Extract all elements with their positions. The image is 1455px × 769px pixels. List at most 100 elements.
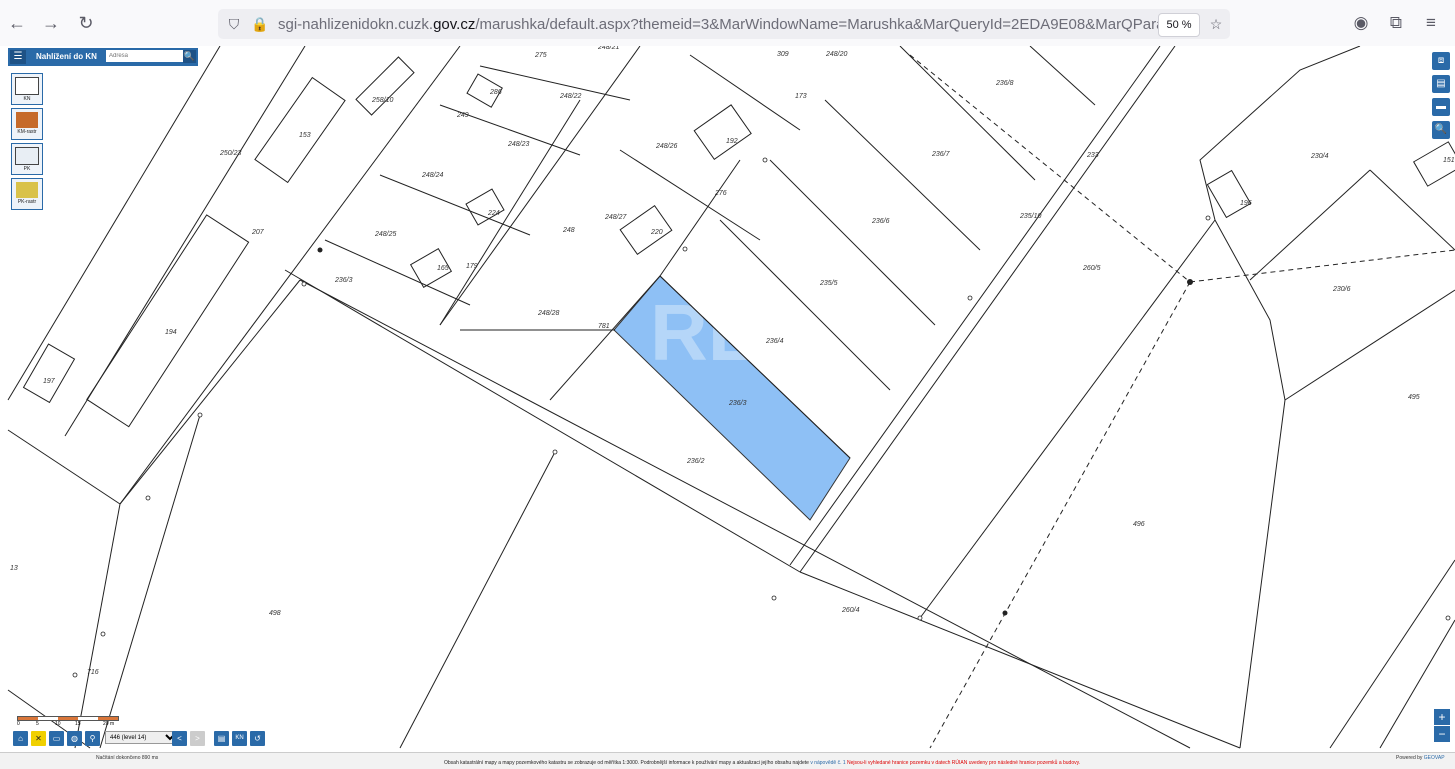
scale-bar: 0 5 10 15 20 m <box>17 714 119 728</box>
parcel-label: 495 <box>1408 394 1420 401</box>
shield-icon[interactable]: ⛉ <box>224 14 244 34</box>
menu-icon[interactable]: ☰ <box>10 50 26 64</box>
status-bar: Načítání dokončeno 890 ms Obsah katastrá… <box>0 752 1455 769</box>
parcel-label: 153 <box>299 132 311 139</box>
legend-tool-icon[interactable]: ▤ <box>1432 75 1450 93</box>
parcel-label: 248/20 <box>825 51 848 58</box>
parcel-label: 248/25 <box>374 231 397 238</box>
parcel-label: 235/10 <box>1019 213 1042 220</box>
parcel-label: 286 <box>489 89 502 96</box>
layer-km-raster-button[interactable]: KM-rastr <box>11 108 43 140</box>
load-status: Načítání dokončeno 890 ms <box>96 755 159 761</box>
help-link[interactable]: v nápovědě č. 1 <box>810 760 845 766</box>
parcel-label: 173 <box>795 93 807 100</box>
zoom-in-button[interactable]: + <box>1434 709 1450 725</box>
scale-tick: 10 <box>55 721 61 727</box>
parcel-label: 235/5 <box>819 280 838 287</box>
parcel-label: 248/28 <box>537 310 560 317</box>
parcel-label: 236/3 <box>334 277 353 284</box>
zoom-level-badge[interactable]: 50 % <box>1158 13 1200 37</box>
cadastral-map[interactable]: RE 248/21 275 309 248/20 236/8 258/10 28… <box>0 46 1455 768</box>
search-icon[interactable]: 🔍 <box>183 50 196 63</box>
parcel-label: 230/4 <box>1310 153 1329 160</box>
parcel-label: 276 <box>714 190 727 197</box>
refresh-icon[interactable]: ↺ <box>250 731 265 746</box>
parcel-label: 250/23 <box>219 150 242 157</box>
map-canvas[interactable]: RE 248/21275 309 248/20236/8258/10286248… <box>0 46 1455 768</box>
search-tool-icon[interactable]: 🔍 <box>1432 121 1450 139</box>
parcel-label: 236/6 <box>871 218 890 225</box>
address-search-input[interactable] <box>106 50 184 62</box>
url-text[interactable]: sgi-nahlizenidokn.cuzk.gov.cz/marushka/d… <box>278 16 1158 33</box>
parcel-label: 248/24 <box>421 172 444 179</box>
parcel-label: 233 <box>1086 152 1099 159</box>
lock-icon[interactable]: 🔒 <box>250 14 270 34</box>
parcel-label: 781 <box>598 323 610 330</box>
parcel-label: 260/5 <box>1082 265 1101 272</box>
scale-select[interactable]: 446 (level 14) <box>105 731 179 744</box>
parcel-label: 236/8 <box>995 80 1014 87</box>
zoom-out-button[interactable]: − <box>1434 726 1450 742</box>
back-icon[interactable]: ← <box>4 10 30 36</box>
home-icon[interactable]: ⌂ <box>13 731 28 746</box>
powered-brand[interactable]: GEOVAP <box>1424 755 1445 761</box>
footer-note: Obsah katastrální mapy a mapy pozemkovéh… <box>444 760 1080 766</box>
layer-pk-raster-label: PK-rastr <box>17 199 37 205</box>
print-icon[interactable]: ▤ <box>214 731 229 746</box>
parcel-label: 179 <box>466 263 478 270</box>
measure-icon[interactable]: ▭ <box>49 731 64 746</box>
parcel-label: 716 <box>87 669 99 676</box>
powered-by: Powered by GEOVAP <box>1396 755 1445 761</box>
parcel-label: 248 <box>562 227 575 234</box>
kn-button[interactable]: KN <box>232 731 247 746</box>
powered-label: Powered by <box>1396 755 1423 761</box>
parcel-label: 197 <box>43 378 56 385</box>
location-pin-icon[interactable]: ⚲ <box>85 731 100 746</box>
parcel-label: 260/4 <box>841 607 860 614</box>
close-icon[interactable]: ✕ <box>31 731 46 746</box>
parcel-label: 13 <box>10 565 18 572</box>
url-bar[interactable]: ⛉ 🔒 sgi-nahlizenidokn.cuzk.gov.cz/marush… <box>218 9 1230 39</box>
account-icon[interactable]: ◉ <box>1348 10 1374 36</box>
scale-tick: 5 <box>36 721 39 727</box>
url-prefix: sgi-nahlizenidokn.cuzk. <box>278 16 434 33</box>
star-icon[interactable]: ☆ <box>1206 14 1226 34</box>
parcel-label: 220 <box>650 229 663 236</box>
parcel-label: 192 <box>726 138 738 145</box>
layer-pk-label: PK <box>23 166 31 172</box>
scale-tick: 15 <box>75 721 81 727</box>
parcel-label: 194 <box>165 329 177 336</box>
browser-toolbar: ← → ↻ ⛉ 🔒 sgi-nahlizenidokn.cuzk.gov.cz/… <box>0 0 1455 47</box>
reload-icon[interactable]: ↻ <box>73 10 99 36</box>
next-button[interactable]: > <box>190 731 205 746</box>
extensions-icon[interactable]: ⧉ <box>1383 10 1409 36</box>
parcel-label: 248/23 <box>507 141 530 148</box>
parcel-label: 258/10 <box>371 97 394 104</box>
globe-icon[interactable]: ◍ <box>67 731 82 746</box>
pk-raster-icon <box>16 182 38 198</box>
forward-icon[interactable]: → <box>38 10 64 36</box>
parcel-label: 196 <box>1240 200 1252 207</box>
scale-tick: 20 m <box>103 721 115 727</box>
layer-pk-button[interactable]: PK <box>11 143 43 175</box>
parcel-label: 309 <box>777 51 789 58</box>
layer-kn-label: KN <box>23 96 31 102</box>
parcel-label: 236/4 <box>765 338 784 345</box>
print-tool-icon[interactable]: ▬ <box>1432 98 1450 116</box>
layers-tool-icon[interactable]: ⧈ <box>1432 52 1450 70</box>
parcel-label: 230/6 <box>1332 286 1351 293</box>
layer-pk-raster-button[interactable]: PK-rastr <box>11 178 43 210</box>
layer-kn-button[interactable]: KN <box>11 73 43 105</box>
layer-km-raster-label: KM-rastr <box>17 129 37 135</box>
parcel-label: 151 <box>1443 157 1455 164</box>
app-menu-icon[interactable]: ≡ <box>1418 10 1444 36</box>
parcel-label: 496 <box>1133 521 1145 528</box>
parcel-label: 207 <box>251 229 265 236</box>
scale-tick: 0 <box>17 721 20 727</box>
parcel-label: 165 <box>437 265 449 272</box>
url-path: /marushka/default.aspx?themeid=3&MarWind… <box>475 16 1158 33</box>
parcel-label: 236/2 <box>686 458 705 465</box>
parcel-label: 236/7 <box>931 151 951 158</box>
app-title: Nahlížení do KN <box>36 52 97 61</box>
prev-button[interactable]: < <box>172 731 187 746</box>
